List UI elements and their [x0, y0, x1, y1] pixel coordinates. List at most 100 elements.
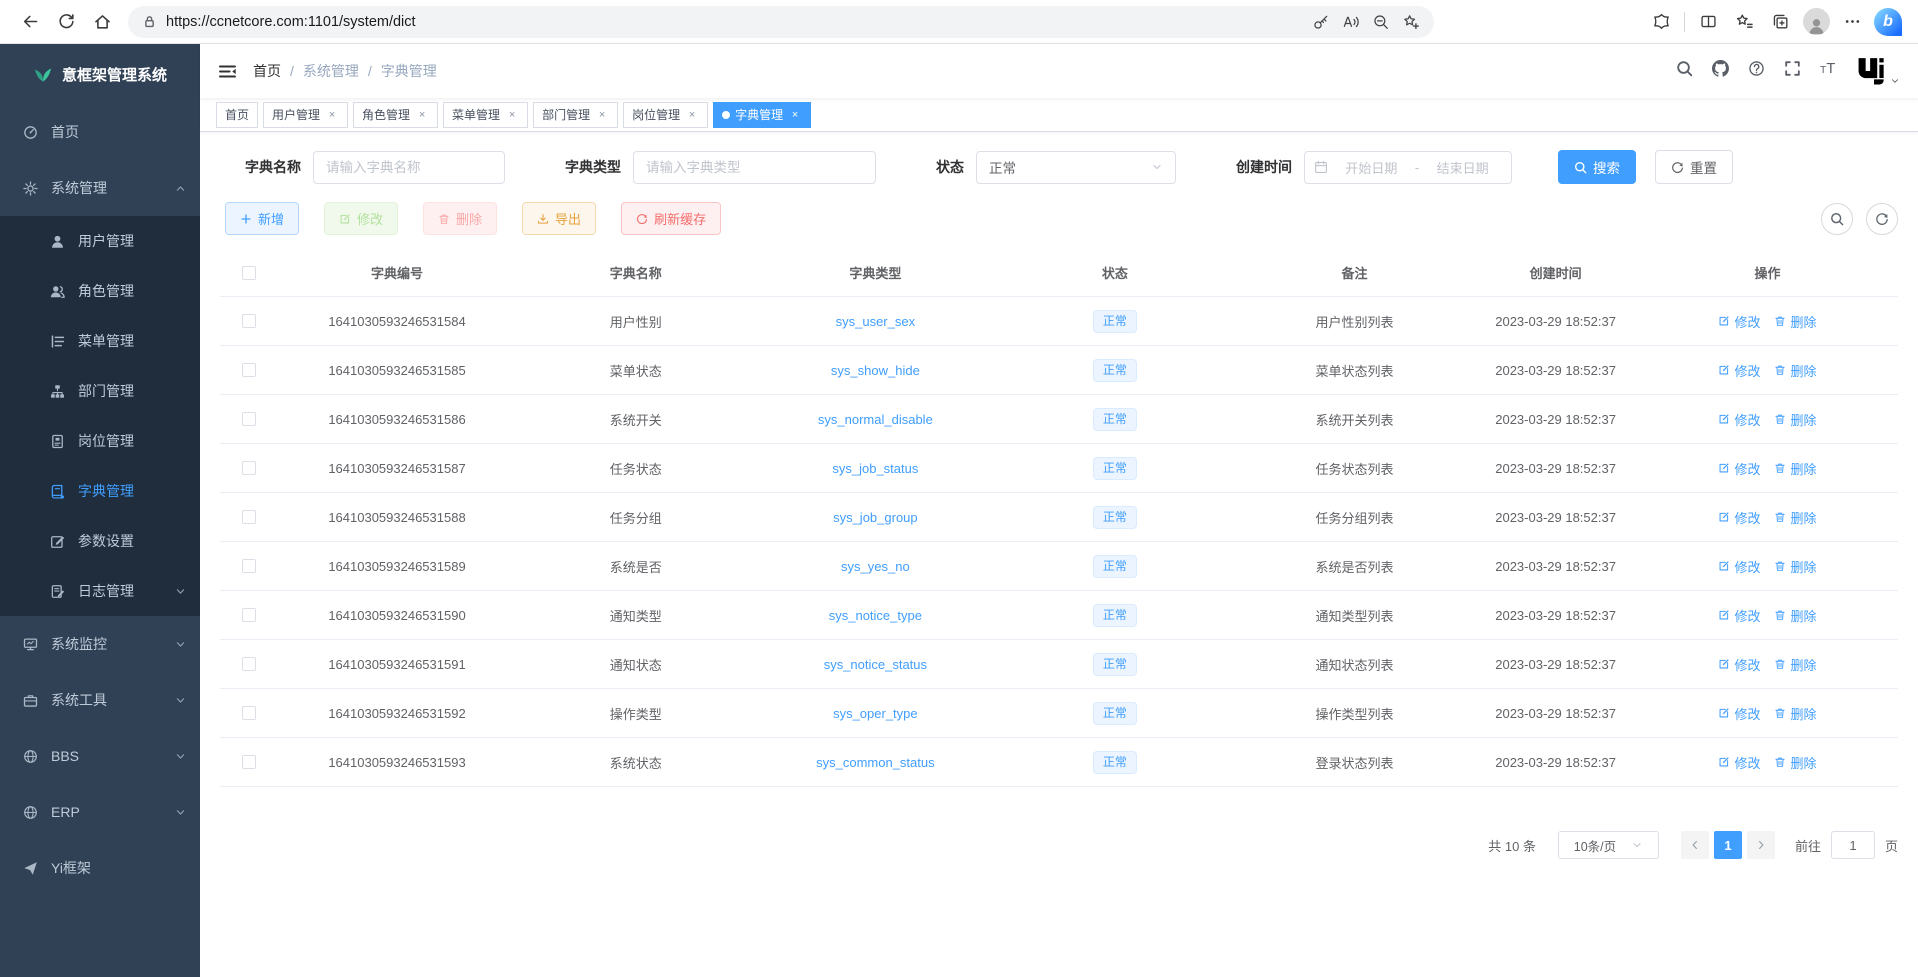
row-delete-link[interactable]: 删除 [1774, 508, 1816, 527]
row-edit-link[interactable]: 修改 [1718, 361, 1760, 380]
hamburger-icon[interactable] [218, 62, 237, 81]
row-checkbox[interactable] [242, 461, 256, 475]
back-button[interactable] [12, 5, 48, 39]
tab-dept-management[interactable]: 部门管理 × [533, 102, 618, 128]
profile-button[interactable] [1798, 5, 1834, 39]
refresh-cache-button[interactable]: 刷新缓存 [621, 202, 721, 235]
close-icon[interactable]: × [788, 109, 802, 121]
tab-dict-management[interactable]: 字典管理 × [713, 102, 811, 128]
row-edit-link[interactable]: 修改 [1718, 312, 1760, 331]
sidebar-item-system-monitor[interactable]: 系统监控 [0, 616, 200, 672]
tab-post-management[interactable]: 岗位管理 × [623, 102, 708, 128]
row-edit-link[interactable]: 修改 [1718, 606, 1760, 625]
app-logo[interactable]: 意框架管理系统 [0, 44, 200, 104]
prev-page-button[interactable] [1681, 831, 1709, 859]
search-button[interactable] [1676, 60, 1693, 82]
dict-type-link[interactable]: sys_user_sex [836, 314, 915, 329]
page-number-button[interactable]: 1 [1714, 831, 1742, 859]
dict-name-input[interactable] [313, 151, 505, 184]
dict-type-link[interactable]: sys_show_hide [831, 363, 920, 378]
dict-type-link[interactable]: sys_oper_type [833, 706, 918, 721]
split-screen-button[interactable] [1690, 5, 1726, 39]
row-edit-link[interactable]: 修改 [1718, 704, 1760, 723]
row-edit-link[interactable]: 修改 [1718, 459, 1760, 478]
url-bar[interactable] [128, 6, 1434, 38]
sidebar-item-param-settings[interactable]: 参数设置 [0, 516, 200, 566]
sidebar-item-dept-management[interactable]: 部门管理 [0, 366, 200, 416]
collections-button[interactable] [1762, 5, 1798, 39]
row-checkbox[interactable] [242, 314, 256, 328]
row-checkbox[interactable] [242, 559, 256, 573]
close-icon[interactable]: × [685, 109, 699, 121]
search-button[interactable]: 搜索 [1558, 150, 1636, 184]
dict-type-link[interactable]: sys_notice_type [829, 608, 922, 623]
url-input[interactable] [166, 14, 1306, 30]
sidebar-item-menu-management[interactable]: 菜单管理 [0, 316, 200, 366]
dict-type-link[interactable]: sys_yes_no [841, 559, 910, 574]
tab-role-management[interactable]: 角色管理 × [353, 102, 438, 128]
fullscreen-button[interactable] [1784, 60, 1801, 82]
row-delete-link[interactable]: 删除 [1774, 410, 1816, 429]
dict-type-link[interactable]: sys_common_status [816, 755, 935, 770]
row-delete-link[interactable]: 删除 [1774, 655, 1816, 674]
sidebar-item-role-management[interactable]: 角色管理 [0, 266, 200, 316]
add-button[interactable]: 新增 [225, 202, 299, 235]
home-button[interactable] [84, 5, 120, 39]
date-range-input[interactable]: 开始日期 - 结束日期 [1304, 151, 1512, 184]
sidebar-item-home[interactable]: 首页 [0, 104, 200, 160]
row-checkbox[interactable] [242, 412, 256, 426]
help-button[interactable] [1748, 60, 1765, 82]
refresh-toggle-button[interactable] [1866, 203, 1898, 235]
dict-type-link[interactable]: sys_normal_disable [818, 412, 933, 427]
close-icon[interactable]: × [415, 109, 429, 121]
next-page-button[interactable] [1747, 831, 1775, 859]
row-checkbox[interactable] [242, 510, 256, 524]
row-edit-link[interactable]: 修改 [1718, 655, 1760, 674]
sidebar-item-dict-management[interactable]: 字典管理 [0, 466, 200, 516]
sidebar-item-log-management[interactable]: 日志管理 [0, 566, 200, 616]
dict-type-link[interactable]: sys_job_group [833, 510, 918, 525]
reload-button[interactable] [48, 5, 84, 39]
row-edit-link[interactable]: 修改 [1718, 753, 1760, 772]
row-delete-link[interactable]: 删除 [1774, 753, 1816, 772]
edit-button[interactable]: 修改 [324, 202, 398, 235]
sidebar-item-user-management[interactable]: 用户管理 [0, 216, 200, 266]
goto-page-input[interactable] [1831, 831, 1875, 859]
sidebar-item-system-tools[interactable]: 系统工具 [0, 672, 200, 728]
row-checkbox[interactable] [242, 363, 256, 377]
sidebar-item-yi-framework[interactable]: Yi框架 [0, 840, 200, 896]
status-select[interactable]: 正常 [976, 151, 1176, 184]
delete-button[interactable]: 删除 [423, 202, 497, 235]
user-avatar-menu[interactable] [1856, 56, 1900, 86]
tab-menu-management[interactable]: 菜单管理 × [443, 102, 528, 128]
copilot-button[interactable]: b [1870, 5, 1906, 39]
row-checkbox[interactable] [242, 755, 256, 769]
row-edit-link[interactable]: 修改 [1718, 557, 1760, 576]
row-edit-link[interactable]: 修改 [1718, 508, 1760, 527]
export-button[interactable]: 导出 [522, 202, 596, 235]
search-toggle-button[interactable] [1821, 203, 1853, 235]
star-add-button[interactable] [1396, 8, 1426, 36]
zoom-out-button[interactable] [1366, 8, 1396, 36]
dict-type-input[interactable] [633, 151, 876, 184]
tab-home[interactable]: 首页 [216, 102, 258, 128]
font-size-button[interactable]: TT [1820, 60, 1837, 82]
row-delete-link[interactable]: 删除 [1774, 557, 1816, 576]
row-delete-link[interactable]: 删除 [1774, 459, 1816, 478]
key-button[interactable] [1306, 8, 1336, 36]
close-icon[interactable]: × [325, 109, 339, 121]
extensions-button[interactable] [1643, 5, 1679, 39]
close-icon[interactable]: × [505, 109, 519, 121]
row-checkbox[interactable] [242, 608, 256, 622]
favorites-bar-button[interactable] [1726, 5, 1762, 39]
dict-type-link[interactable]: sys_job_status [832, 461, 918, 476]
sidebar-item-bbs[interactable]: BBS [0, 728, 200, 784]
row-checkbox[interactable] [242, 706, 256, 720]
tab-user-management[interactable]: 用户管理 × [263, 102, 348, 128]
breadcrumb-item[interactable]: 首页 [253, 61, 281, 81]
select-all-checkbox[interactable] [242, 266, 256, 280]
more-button[interactable] [1834, 5, 1870, 39]
sidebar-item-post-management[interactable]: 岗位管理 [0, 416, 200, 466]
row-delete-link[interactable]: 删除 [1774, 606, 1816, 625]
reset-button[interactable]: 重置 [1655, 150, 1733, 184]
